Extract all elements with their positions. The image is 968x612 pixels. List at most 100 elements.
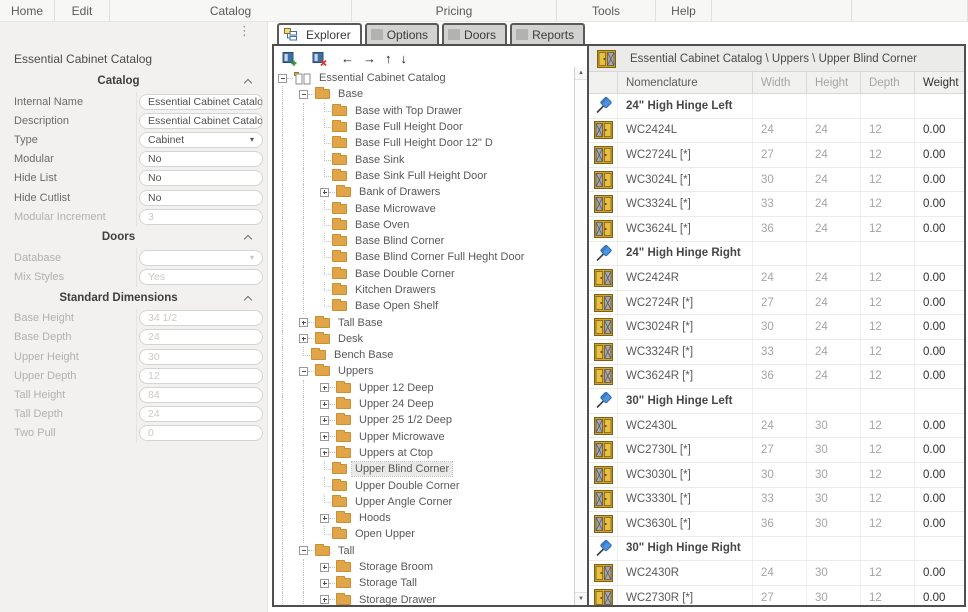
- menu-item-help[interactable]: Help: [656, 0, 712, 22]
- group-row[interactable]: 30" High Hinge Right: [589, 537, 964, 562]
- tab-doors[interactable]: Doors: [442, 23, 507, 44]
- text-field[interactable]: No: [139, 190, 263, 206]
- tree-item[interactable]: Base Full Height Door 12" D: [277, 135, 573, 151]
- table-row[interactable]: WC3024L [*]3024120.00: [589, 168, 964, 193]
- tree-item[interactable]: Tall Base: [277, 314, 573, 330]
- column-header-height[interactable]: Height: [807, 72, 861, 93]
- section-header-catalog[interactable]: Catalog: [0, 72, 267, 92]
- table-row[interactable]: WC2724L [*]2724120.00: [589, 143, 964, 168]
- tree-item[interactable]: Uppers at Ctop: [277, 445, 573, 461]
- tree-item[interactable]: Storage Broom: [277, 559, 573, 575]
- expand-icon[interactable]: [320, 400, 329, 409]
- tree-item[interactable]: Essential Cabinet Catalog: [277, 70, 573, 86]
- tree-item[interactable]: Upper Double Corner: [277, 477, 573, 493]
- expand-icon[interactable]: [320, 563, 329, 572]
- tree-item[interactable]: Upper Angle Corner: [277, 494, 573, 510]
- tree-item[interactable]: Upper 12 Deep: [277, 380, 573, 396]
- table-row[interactable]: WC3630L [*]3630120.00: [589, 512, 964, 537]
- text-field[interactable]: 24: [139, 406, 263, 422]
- tab-options[interactable]: Options: [365, 23, 439, 44]
- move-up-icon[interactable]: ↑: [385, 52, 392, 65]
- tree-item[interactable]: Bank of Drawers: [277, 184, 573, 200]
- table-row[interactable]: WC3624R [*]3624120.00: [589, 365, 964, 390]
- text-field[interactable]: Essential Cabinet Catalog: [139, 94, 263, 110]
- tree-item[interactable]: Tall: [277, 543, 573, 559]
- table-row[interactable]: WC2730R [*]2730120.00: [589, 586, 964, 605]
- expand-icon[interactable]: [320, 383, 329, 392]
- table-row[interactable]: WC3024R [*]3024120.00: [589, 315, 964, 340]
- expand-icon[interactable]: [320, 448, 329, 457]
- text-field[interactable]: 0: [139, 425, 263, 441]
- table-row[interactable]: WC2424R2424120.00: [589, 266, 964, 291]
- tree-item[interactable]: Upper 25 1/2 Deep: [277, 412, 573, 428]
- tree-scrollbar[interactable]: ▲ ▼: [574, 67, 587, 605]
- group-row[interactable]: 30" High Hinge Left: [589, 389, 964, 414]
- table-row[interactable]: WC2430L2430120.00: [589, 414, 964, 439]
- expand-icon[interactable]: [320, 595, 329, 604]
- menu-item-catalog[interactable]: Catalog: [110, 0, 352, 22]
- group-row[interactable]: 24" High Hinge Right: [589, 242, 964, 267]
- expand-icon[interactable]: [299, 318, 308, 327]
- tree-item[interactable]: Upper Blind Corner: [277, 461, 573, 477]
- menu-item-tools[interactable]: Tools: [557, 0, 656, 22]
- tree-item[interactable]: Storage Drawer: [277, 592, 573, 606]
- tree-item[interactable]: Base Microwave: [277, 200, 573, 216]
- collapse-icon[interactable]: [299, 90, 308, 99]
- text-field[interactable]: No: [139, 170, 263, 186]
- move-left-icon[interactable]: ←: [341, 52, 354, 65]
- column-header-nomenclature[interactable]: Nomenclature: [618, 72, 753, 93]
- add-catalog-icon[interactable]: [282, 51, 297, 66]
- column-header-width[interactable]: Width: [753, 72, 807, 93]
- text-field[interactable]: 24: [139, 329, 263, 345]
- menu-item-edit[interactable]: Edit: [55, 0, 110, 22]
- chevron-up-icon[interactable]: [244, 235, 252, 243]
- tree-item[interactable]: Upper 24 Deep: [277, 396, 573, 412]
- text-field[interactable]: Yes: [139, 269, 263, 285]
- tree-item[interactable]: Bench Base: [277, 347, 573, 363]
- tree-item[interactable]: Base Sink: [277, 151, 573, 167]
- tab-explorer[interactable]: Explorer: [277, 23, 362, 44]
- menu-item-pricing[interactable]: Pricing: [352, 0, 557, 22]
- column-header-weight[interactable]: Weight: [915, 72, 964, 93]
- scroll-down-icon[interactable]: ▼: [575, 592, 587, 605]
- tree-item[interactable]: Uppers: [277, 363, 573, 379]
- text-field[interactable]: 3: [139, 209, 263, 225]
- tree-item[interactable]: Base with Top Drawer: [277, 103, 573, 119]
- panel-overflow-icon[interactable]: ⋮: [238, 25, 251, 36]
- expand-icon[interactable]: [320, 579, 329, 588]
- table-row[interactable]: WC2724R [*]2724120.00: [589, 291, 964, 316]
- tree-item[interactable]: Base Oven: [277, 217, 573, 233]
- scroll-up-icon[interactable]: ▲: [575, 67, 587, 80]
- expand-icon[interactable]: [320, 514, 329, 523]
- section-header-standard-dimensions[interactable]: Standard Dimensions: [0, 289, 267, 309]
- collapse-icon[interactable]: [278, 74, 287, 83]
- group-row[interactable]: 24" High Hinge Left: [589, 94, 964, 119]
- column-header-depth[interactable]: Depth: [861, 72, 915, 93]
- chevron-up-icon[interactable]: [244, 295, 252, 303]
- delete-catalog-icon[interactable]: [312, 51, 327, 66]
- move-right-icon[interactable]: →: [363, 52, 376, 65]
- expand-icon[interactable]: [320, 416, 329, 425]
- expand-icon[interactable]: [320, 432, 329, 441]
- tree-item[interactable]: Base Open Shelf: [277, 298, 573, 314]
- table-row[interactable]: WC3624L [*]3624120.00: [589, 217, 964, 242]
- tree-item[interactable]: Upper Microwave: [277, 429, 573, 445]
- tree-item[interactable]: Base Double Corner: [277, 266, 573, 282]
- chevron-up-icon[interactable]: [244, 79, 252, 87]
- table-row[interactable]: WC3330L [*]3330120.00: [589, 488, 964, 513]
- tree-item[interactable]: Base: [277, 86, 573, 102]
- tab-reports[interactable]: Reports: [510, 23, 585, 44]
- table-row[interactable]: WC2430R2430120.00: [589, 561, 964, 586]
- text-field[interactable]: 34 1/2: [139, 310, 263, 326]
- tree-item[interactable]: Base Full Height Door: [277, 119, 573, 135]
- tree-item[interactable]: Storage Tall: [277, 575, 573, 591]
- text-field[interactable]: 84: [139, 387, 263, 403]
- collapse-icon[interactable]: [299, 546, 308, 555]
- expand-icon[interactable]: [299, 334, 308, 343]
- text-field[interactable]: 12: [139, 368, 263, 384]
- tree-item[interactable]: Hoods: [277, 510, 573, 526]
- menu-item-home[interactable]: Home: [0, 0, 55, 22]
- section-header-doors[interactable]: Doors: [0, 228, 267, 248]
- text-field[interactable]: Essential Cabinet Catalog: [139, 113, 263, 129]
- text-field[interactable]: No: [139, 151, 263, 167]
